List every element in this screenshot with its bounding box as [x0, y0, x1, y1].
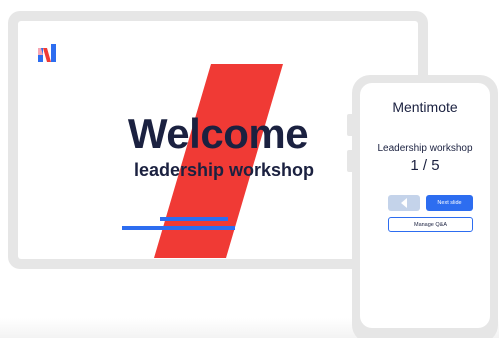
blue-line-decoration: [160, 217, 228, 221]
blue-line-decoration: [122, 226, 235, 230]
phone-frame: Mentimote Leadership workshop 1 / 5 Next…: [352, 75, 498, 338]
chevron-left-icon: [401, 198, 407, 208]
marketing-illustration: Welcome leadership workshop Mentimote Le…: [0, 0, 499, 338]
presentation-title: Leadership workshop: [377, 143, 473, 154]
manage-qa-button[interactable]: Manage Q&A: [388, 217, 473, 232]
previous-slide-button[interactable]: [388, 195, 420, 211]
mentimote-screen: Mentimote Leadership workshop 1 / 5 Next…: [360, 83, 490, 328]
next-slide-button[interactable]: Next slide: [426, 195, 473, 211]
mentimeter-logo-icon: [38, 44, 56, 62]
slide-counter: 1 / 5: [410, 157, 440, 174]
app-title: Mentimote: [392, 99, 458, 115]
